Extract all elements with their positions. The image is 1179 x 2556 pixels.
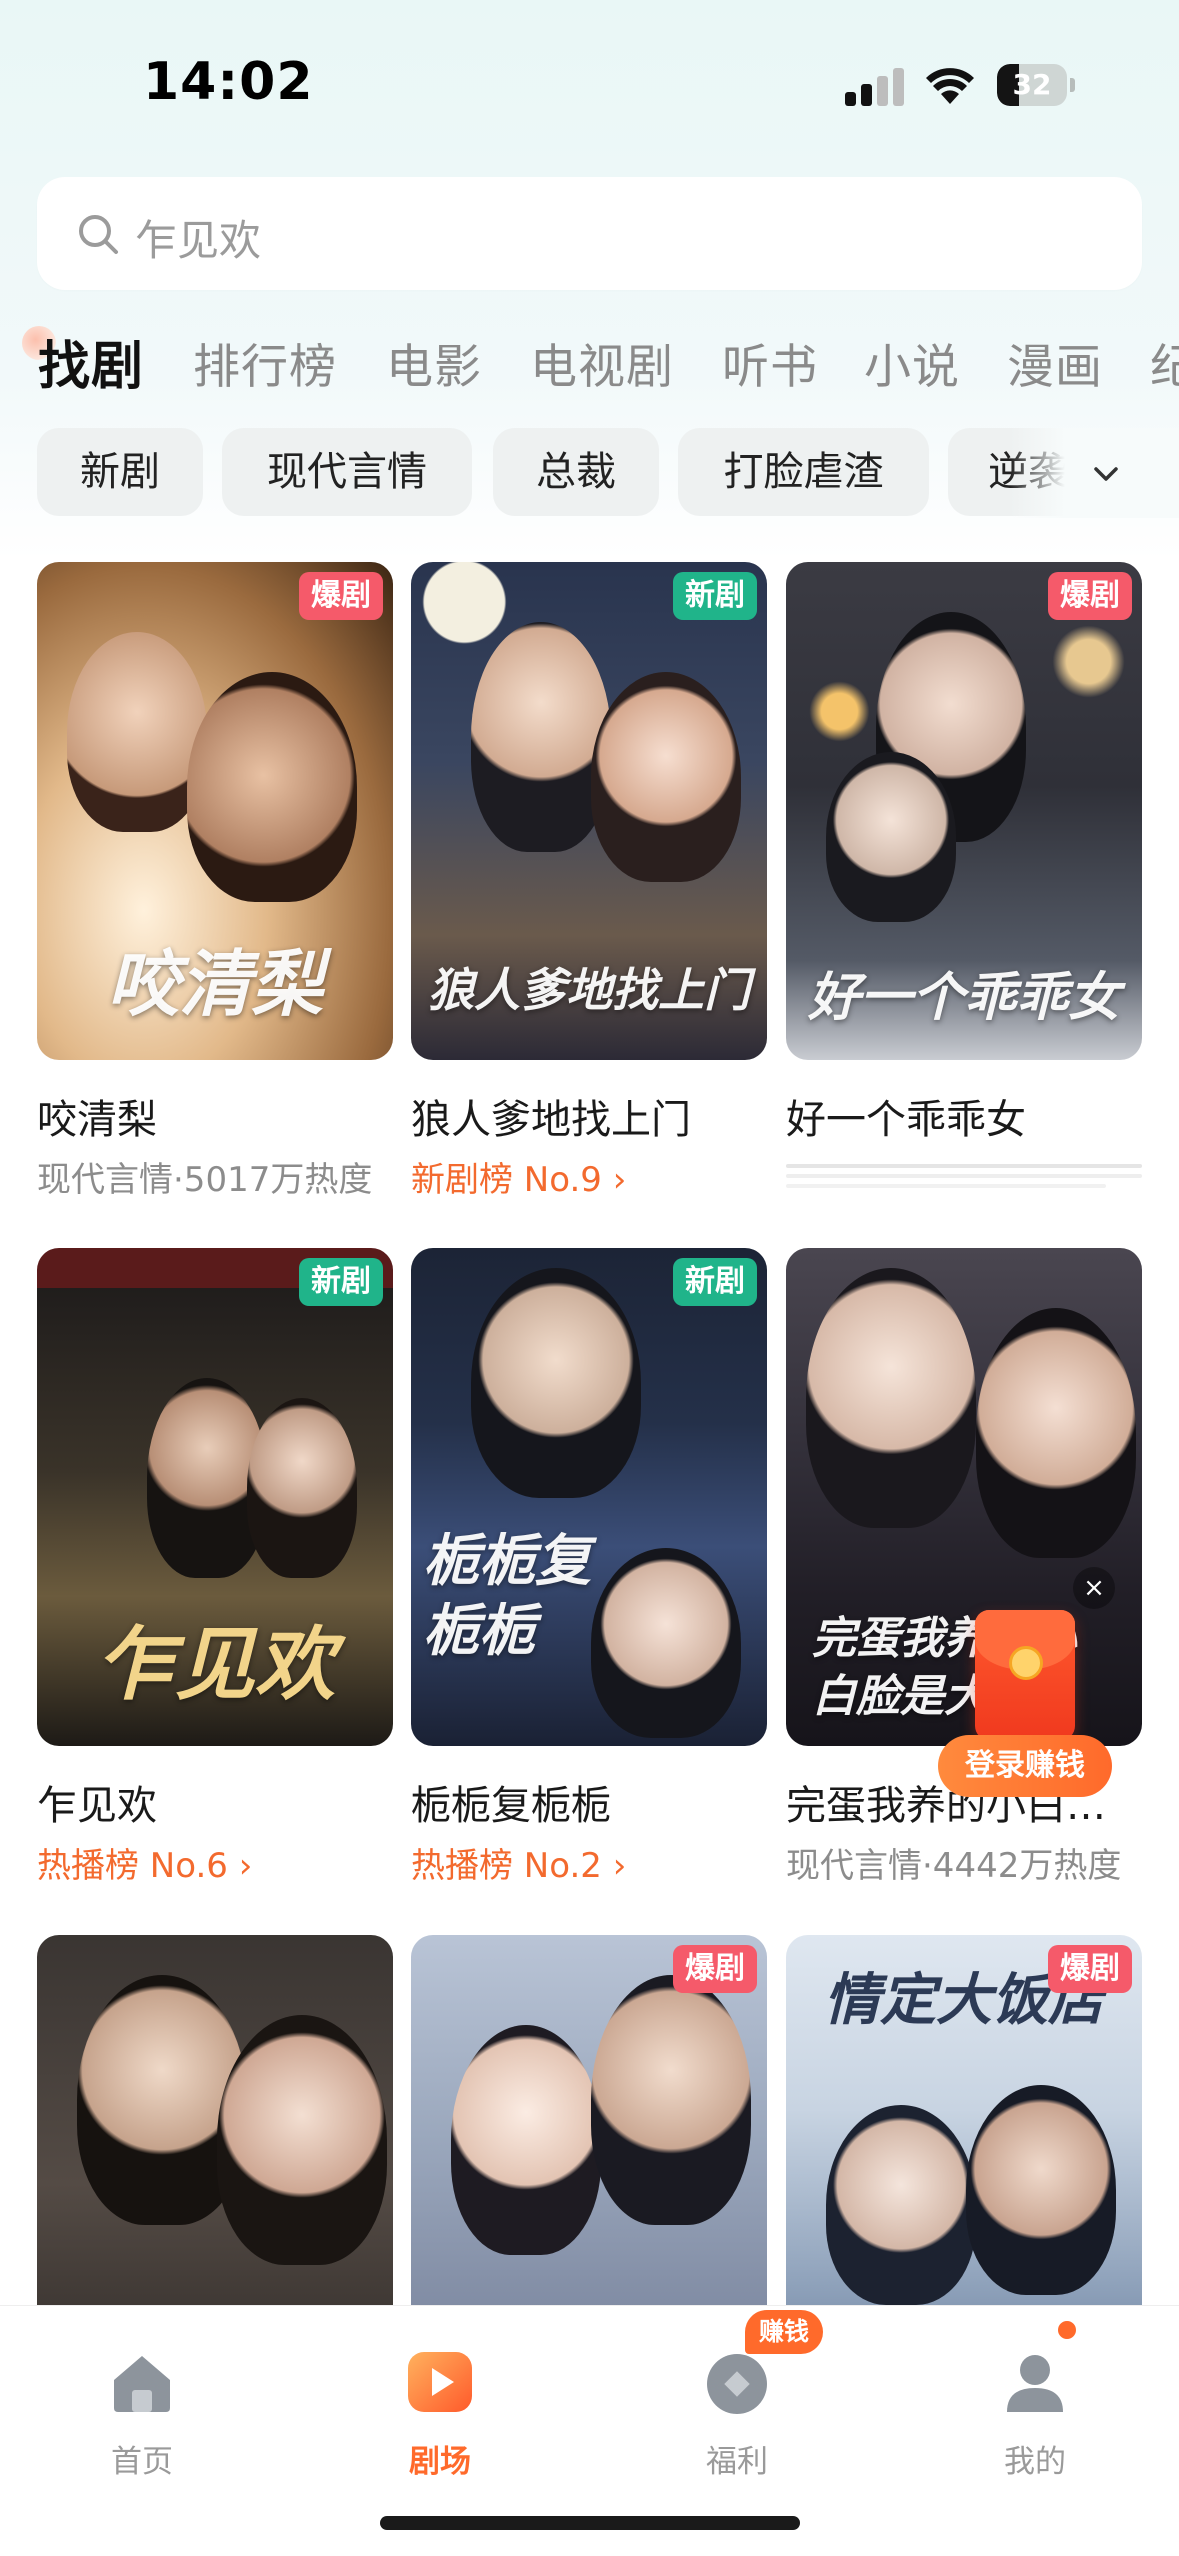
wifi-icon [926,68,974,104]
drama-card[interactable]: 情定大饭店 爆剧 [786,1935,1142,2433]
coin-icon [707,2354,767,2414]
nav-rewards-label: 福利 [706,2444,768,2480]
poster-image[interactable]: 狼人爹地找上门 新剧 [411,562,767,1060]
poster-title: 乍见欢 [95,1617,335,1711]
poster-image[interactable]: 完蛋我养的小白脸是大佬 [786,1248,1142,1746]
tab-find-drama[interactable]: 找剧 [38,324,144,399]
card-title: 好一个乖乖女 [786,1097,1026,1143]
card-title: 咬清梨 [37,1097,157,1143]
tab-tv-series[interactable]: 电视剧 [530,328,674,397]
earn-badge: 赚钱 [745,2310,824,2354]
nav-home[interactable]: 首页 [52,2326,232,2486]
chip-face-slap[interactable]: 打脸虐渣 [678,428,929,516]
poster-image[interactable]: 栀栀复栀栀 新剧 [411,1248,767,1746]
card-title: 栀栀复栀栀 [411,1783,611,1829]
hot-badge: 爆剧 [1048,572,1132,620]
tab-movies[interactable]: 电影 [386,328,482,397]
poster-image[interactable]: 好一个乖乖女 爆剧 [786,562,1142,1060]
nav-theater-label: 剧场 [409,2444,471,2480]
search-bar[interactable]: 乍见欢 [37,177,1142,290]
card-rank-link[interactable]: 热播榜 No.2 › [411,1838,771,1887]
notification-dot [1055,2318,1079,2342]
nav-home-label: 首页 [111,2444,173,2480]
new-badge: 新剧 [673,1258,757,1306]
home-indicator [380,2516,800,2530]
tab-comics[interactable]: 漫画 [1007,328,1103,397]
battery-icon: 32 [997,64,1075,106]
card-title: 狼人爹地找上门 [411,1097,691,1143]
hot-badge: 爆剧 [673,1945,757,1993]
drama-card[interactable]: 好一个乖乖女 爆剧 好一个乖乖女 [786,562,1142,1222]
filter-chips: 新剧 现代言情 总裁 打脸虐渣 逆袭 [0,428,1179,518]
card-subtitle: 现代言情·4442万热度 [786,1846,1122,1886]
card-rank-link[interactable]: 新剧榜 No.9 › [411,1152,771,1201]
play-icon [408,2352,472,2412]
nav-profile[interactable]: 我的 [945,2326,1125,2486]
chip-ceo[interactable]: 总裁 [493,428,659,516]
loading-placeholder [786,1164,1142,1168]
status-bar: 14:02 32 [0,0,1179,170]
loading-placeholder [786,1174,1142,1178]
tab-rankings[interactable]: 排行榜 [193,328,337,397]
poster-title: 栀栀复栀栀 [423,1528,591,1664]
nav-theater[interactable]: 剧场 [350,2326,530,2486]
battery-percent: 32 [1012,68,1052,101]
chip-modern-romance[interactable]: 现代言情 [222,428,472,516]
poster-title: 狼人爹地找上门 [428,963,750,1017]
poster-title: 咬清梨 [106,941,323,1026]
chip-new[interactable]: 新剧 [37,428,203,516]
card-rank-link[interactable]: 热播榜 No.6 › [37,1838,397,1887]
hot-badge: 爆剧 [299,572,383,620]
search-icon [79,215,118,254]
login-earn-button[interactable]: 登录赚钱 [938,1735,1112,1797]
drama-card[interactable]: 乍见欢 新剧 乍见欢 热播榜 No.6 › [37,1248,393,1908]
hot-badge: 爆剧 [1048,1945,1132,1993]
poster-image[interactable]: 咬清梨 爆剧 [37,562,393,1060]
tab-documentary[interactable]: 纪 [1150,328,1179,397]
card-title: 乍见欢 [37,1783,157,1829]
close-icon[interactable]: × [1073,1567,1115,1609]
tab-audiobooks[interactable]: 听书 [722,328,818,397]
card-subtitle: 现代言情·5017万热度 [37,1160,373,1200]
poster-title: 好一个乖乖女 [807,967,1120,1028]
search-placeholder: 乍见欢 [135,216,262,265]
drama-card[interactable]: 爆剧 [411,1935,767,2433]
clock: 14:02 [143,52,314,112]
drama-card[interactable]: 咬清梨 爆剧 咬清梨 现代言情·5017万热度 [37,562,393,1222]
drama-card[interactable]: 狼人爹地找上门 新剧 狼人爹地找上门 新剧榜 No.9 › [411,562,767,1222]
new-badge: 新剧 [299,1258,383,1306]
home-icon [114,2356,170,2412]
category-tabs: 找剧 排行榜 电影 电视剧 听书 小说 漫画 纪 [0,320,1179,410]
poster-image[interactable]: 乍见欢 新剧 [37,1248,393,1746]
chevron-down-icon[interactable] [1090,458,1122,490]
cellular-signal-icon [845,66,907,106]
profile-icon [1007,2355,1063,2412]
red-envelope-icon[interactable] [975,1610,1075,1740]
new-badge: 新剧 [673,572,757,620]
nav-profile-label: 我的 [1004,2444,1066,2480]
loading-placeholder [786,1184,1106,1188]
drama-card[interactable]: 栀栀复栀栀 新剧 栀栀复栀栀 热播榜 No.2 › [411,1248,767,1908]
drama-card[interactable] [37,1935,393,2433]
tab-novels[interactable]: 小说 [864,328,960,397]
